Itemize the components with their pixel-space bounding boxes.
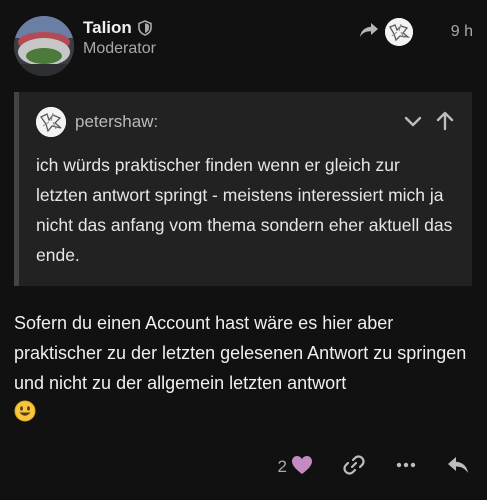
like-count: 2	[277, 457, 287, 476]
quote-username[interactable]: petershaw:	[75, 112, 158, 132]
author-avatar[interactable]	[14, 16, 74, 76]
reply-icon[interactable]	[447, 455, 469, 480]
like-button[interactable]: 2	[278, 455, 313, 480]
quote-header: petershaw:	[36, 106, 456, 138]
quote-block: petershaw: ich würds praktischer finden …	[14, 92, 472, 286]
post-body: Sofern du einen Account hast wäre es hie…	[14, 308, 471, 431]
username[interactable]: Talion	[83, 18, 132, 38]
shield-icon	[137, 20, 152, 36]
post-actions: 2	[278, 452, 469, 482]
more-options-icon[interactable]	[395, 454, 417, 481]
share-arrow-icon	[359, 22, 379, 43]
heart-icon	[291, 455, 313, 480]
reply-to-avatar	[385, 18, 413, 46]
quote-avatar[interactable]	[36, 107, 66, 137]
post-age[interactable]: 9 h	[451, 23, 473, 41]
smiley-emoji-icon	[14, 400, 36, 431]
post-header: Talion Moderator 9 h	[14, 14, 473, 80]
post-text: Sofern du einen Account hast wäre es hie…	[14, 313, 467, 393]
quote-text: ich würds praktischer finden wenn er gle…	[36, 155, 453, 265]
user-title: Moderator	[83, 40, 156, 57]
quote-controls	[402, 110, 456, 137]
link-icon[interactable]	[343, 454, 365, 481]
chevron-down-icon[interactable]	[402, 110, 424, 137]
reply-to-indicator[interactable]	[359, 18, 413, 46]
arrow-up-icon[interactable]	[434, 110, 456, 137]
author-block: Talion Moderator	[83, 16, 156, 58]
